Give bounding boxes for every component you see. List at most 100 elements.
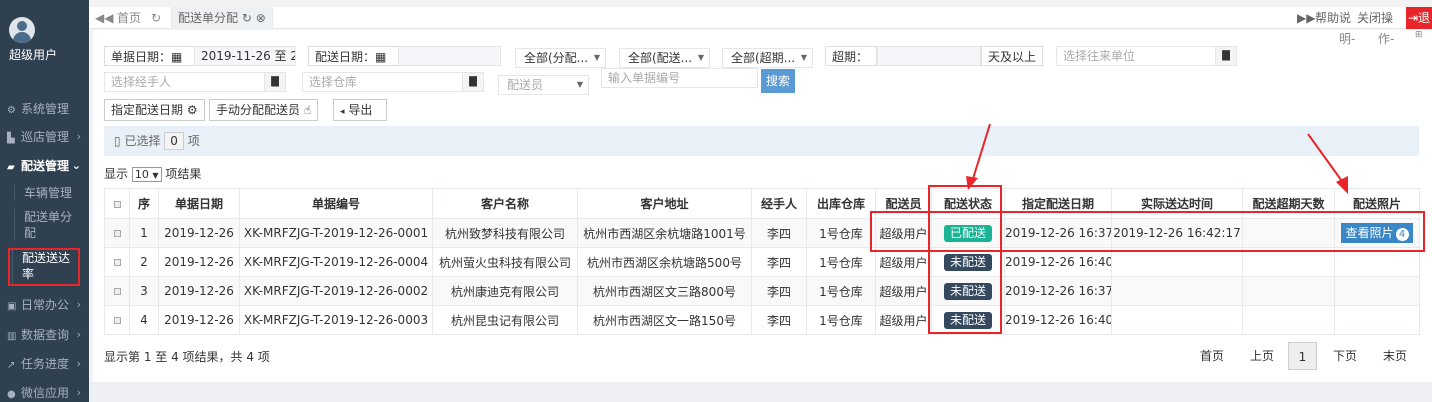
courier-select[interactable]: 配送员 ▼ [498, 75, 589, 95]
bill-date-range-input[interactable]: 2019-11-26 至 20 [194, 46, 296, 66]
table-row[interactable]: 2 2019-12-26 XK-MRFZJG-T-2019-12-26-0004 杭州… [104, 247, 1420, 277]
page-size-select[interactable]: 10 ▼ [131, 167, 162, 182]
row-checkbox[interactable] [104, 305, 130, 335]
table-row[interactable]: 1 2019-12-26 XK-MRFZJG-T-2019-12-26-0001 杭州… [104, 218, 1420, 248]
overdue-status-select[interactable]: 全部(超期... ▼ [722, 48, 813, 68]
sidebar-subitem-assign[interactable]: 配送单分配 [12, 209, 82, 241]
bar-chart-icon: ▥ [7, 331, 17, 342]
row-checkbox[interactable] [104, 247, 130, 277]
tab-label: 配送单分配 [178, 11, 239, 25]
cell-date: 2019-12-26 [158, 276, 240, 306]
manual-assign-button[interactable]: 手动分配配送员 ☝ [209, 99, 319, 121]
table-row[interactable]: 3 2019-12-26 XK-MRFZJG-T-2019-12-26-0002 杭州… [104, 276, 1420, 306]
close-icon[interactable]: ⊗ [256, 11, 266, 25]
cell-code: XK-MRFZJG-T-2019-12-26-0004 [239, 247, 433, 277]
sidebar-item-query[interactable]: ▥ 数据查询 › [0, 322, 89, 348]
cell-warehouse: 1号仓库 [806, 305, 876, 335]
caret-down-icon: ▼ [697, 53, 704, 62]
cell-overdue [1242, 305, 1335, 335]
bill-code-input[interactable]: 输入单据编号 [601, 68, 758, 88]
cell-actual [1111, 276, 1243, 306]
column-header[interactable]: 经手人 [751, 188, 807, 219]
annotation-arrow [966, 123, 991, 190]
help-link[interactable]: 帮助说 [1315, 7, 1351, 29]
cell-address: 杭州市西湖区余杭塘路500号 [577, 247, 752, 277]
cell-actual: 2019-12-26 16:42:17 [1111, 218, 1243, 248]
button-label: 查看照片 [1345, 226, 1394, 240]
cell-warehouse: 1号仓库 [806, 247, 876, 277]
assign-date-button[interactable]: 指定配送日期 ⚙ [104, 99, 205, 121]
sidebar-item-office[interactable]: ▣ 日常办公 › [0, 292, 89, 318]
row-checkbox[interactable] [104, 276, 130, 306]
column-header[interactable]: 配送员 [875, 188, 932, 219]
cell-overdue [1242, 247, 1335, 277]
handler-input[interactable]: 选择经手人 [104, 72, 265, 92]
cell-courier: 超级用户 [875, 305, 932, 335]
assign-status-select[interactable]: 全部(分配... ▼ [515, 48, 606, 68]
delivery-table: 序 单据日期 单据编号 客户名称 客户地址 经手人 出库仓库 配送员 配送状态 … [104, 188, 1420, 335]
view-photo-button[interactable]: 查看照片 4 [1341, 223, 1413, 243]
sidebar-item-tasks[interactable]: ↗ 任务进度 › [0, 351, 89, 377]
column-header[interactable]: 单据编号 [239, 188, 433, 219]
column-header[interactable]: 单据日期 [158, 188, 240, 219]
sidebar-item-label: 微信应用 [21, 386, 70, 400]
selection-count: 0 [164, 132, 184, 150]
sidebar-item-delivery[interactable]: ▰ 配送管理 ⌄ [0, 153, 89, 179]
tabs-forward-icon[interactable]: ▶▶ [1297, 7, 1315, 29]
cell-photo: 查看照片 4 [1334, 218, 1420, 248]
pager-first[interactable]: 首页 [1198, 342, 1226, 370]
cell-photo [1334, 247, 1420, 277]
avatar[interactable] [9, 17, 35, 43]
trash-icon[interactable]: ▇ [462, 72, 484, 92]
select-all-checkbox[interactable] [104, 188, 130, 219]
button-label: 手动分配配送员 [216, 103, 301, 117]
pager-current[interactable]: 1 [1288, 342, 1317, 370]
refresh-icon[interactable]: ↻ [242, 11, 256, 25]
column-header[interactable]: 配送状态 [931, 188, 1005, 219]
column-header[interactable]: 客户地址 [577, 188, 752, 219]
cell-address: 杭州市西湖区余杭塘路1001号 [577, 218, 752, 248]
status-badge: 已配送 [943, 224, 992, 242]
table-row[interactable]: 4 2019-12-26 XK-MRFZJG-T-2019-12-26-0003 杭州… [104, 305, 1420, 335]
cell-assigned: 2019-12-26 16:40 [1004, 305, 1112, 335]
partner-input[interactable]: 选择往来单位 [1056, 46, 1216, 66]
sidebar-item-wechat[interactable]: ● 微信应用 › [0, 380, 89, 402]
select-value: 全部(配送... [628, 51, 693, 65]
sidebar-subitem-delivery-rate[interactable]: 配送送达率 [8, 248, 80, 286]
tab-delivery-assign[interactable]: 配送单分配 ↻ ⊗ [171, 7, 273, 29]
tab-home[interactable]: 首页 [117, 7, 141, 29]
trash-icon[interactable]: ▇ [1215, 46, 1237, 66]
refresh-icon[interactable]: ↻ [151, 7, 161, 29]
column-header[interactable]: 实际送达时间 [1111, 188, 1243, 219]
delivery-date-input[interactable] [398, 46, 501, 66]
warehouse-input[interactable]: 选择仓库 [302, 72, 463, 92]
sidebar-item-patrol[interactable]: ▙ 巡店管理 › [0, 124, 89, 150]
column-header[interactable]: 客户名称 [432, 188, 578, 219]
close-operations[interactable]: 关闭操 [1357, 7, 1393, 29]
column-header[interactable]: 指定配送日期 [1004, 188, 1112, 219]
gear-icon: ⚙ [186, 103, 198, 117]
delivery-status-select[interactable]: 全部(配送... ▼ [619, 48, 710, 68]
sidebar-subitem-vehicles[interactable]: 车辆管理 [12, 185, 82, 201]
bottom-strip [89, 382, 1432, 402]
overdue-label: 超期： [825, 46, 877, 66]
exit-button[interactable]: ⇥退 [1406, 7, 1432, 29]
pager-next[interactable]: 下页 [1331, 342, 1359, 370]
trash-icon[interactable]: ▇ [264, 72, 286, 92]
export-button[interactable]: ◂ 导出 [333, 99, 387, 121]
exit-label: 退 [1418, 11, 1431, 25]
row-checkbox[interactable] [104, 218, 130, 248]
username[interactable]: 超级用户 [9, 46, 57, 63]
column-header[interactable]: 出库仓库 [806, 188, 876, 219]
chevron-right-icon: › [76, 130, 81, 143]
pager-last[interactable]: 末页 [1381, 342, 1409, 370]
overdue-days-input[interactable] [877, 46, 981, 66]
cell-no: 1 [129, 218, 159, 248]
sidebar-item-label: 数据查询 [21, 328, 70, 342]
search-button[interactable]: 搜索 [761, 69, 796, 93]
cell-address: 杭州市西湖区文一路150号 [577, 305, 752, 335]
column-header[interactable]: 序 [129, 188, 159, 219]
pager-prev[interactable]: 上页 [1248, 342, 1276, 370]
tabs-back-icon[interactable]: ◀◀ [95, 7, 113, 29]
sidebar-item-system[interactable]: ⚙ 系统管理 [0, 96, 89, 122]
